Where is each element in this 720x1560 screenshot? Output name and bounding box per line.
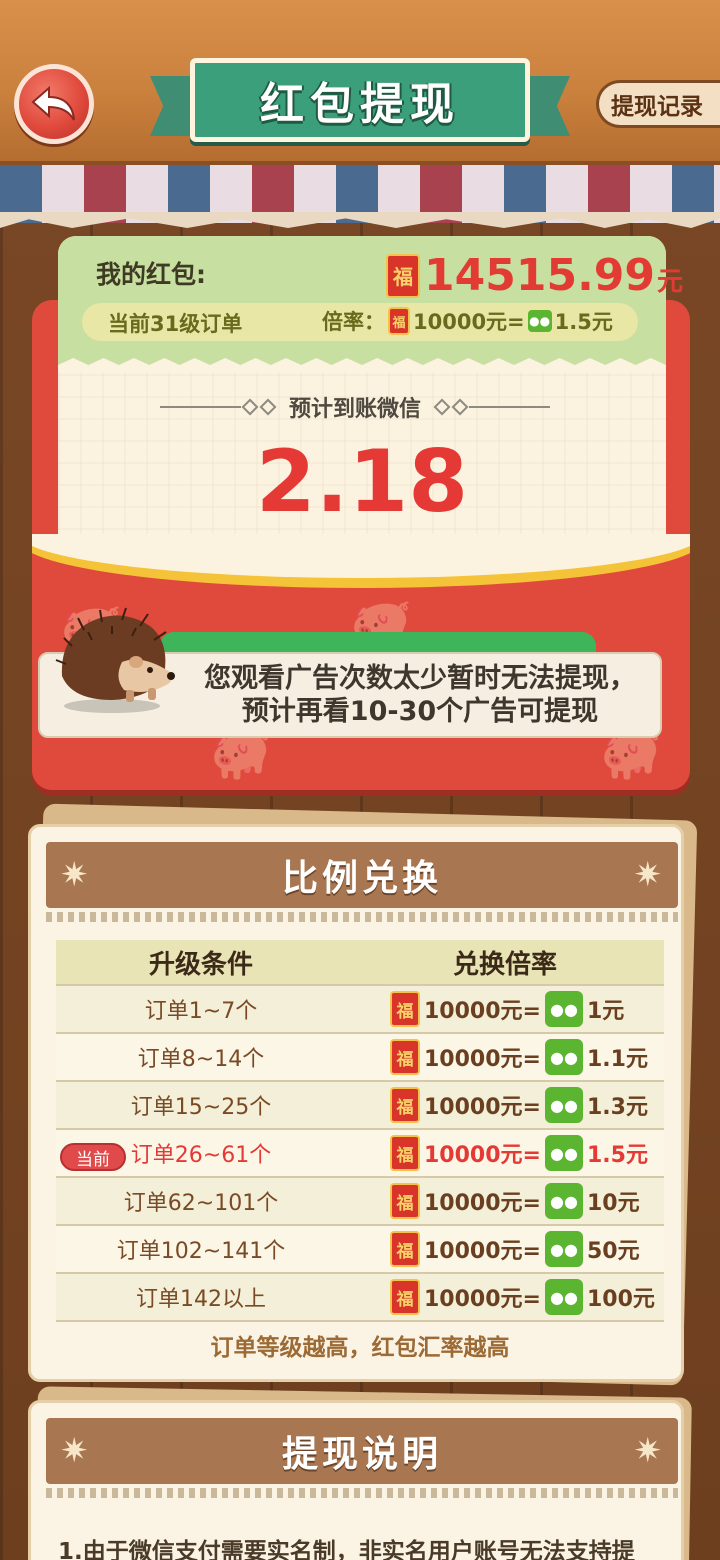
current-rate: 倍率： 福 10000元= ●● 1.5元	[322, 306, 613, 336]
diamond-icon	[259, 398, 277, 416]
row-rate: 福 10000元= ●● 100元	[346, 1279, 664, 1315]
exchange-table: 升级条件 兑换倍率 订单1~7个 福 10000元= ●● 1元 订单8~14个…	[56, 940, 664, 1322]
row-condition-text: 订单26~61个	[130, 1143, 272, 1168]
star-icon: ✷	[60, 855, 89, 895]
rate-label: 倍率：	[322, 310, 385, 334]
expect-label-row: 预计到账微信	[160, 390, 551, 424]
star-icon: ✷	[60, 1431, 89, 1471]
rate-to: 1.3元	[586, 1095, 648, 1120]
rate-from: 10000元=	[424, 1191, 541, 1216]
divider-line	[160, 406, 241, 408]
table-row: 订单62~101个 福 10000元= ●● 10元	[56, 1178, 664, 1226]
title-plate: 红包提现	[190, 58, 530, 142]
row-rate: 福 10000元= ●● 10元	[346, 1183, 664, 1219]
red-packet-icon: 福	[390, 1231, 420, 1267]
divider-line	[469, 406, 551, 408]
diamond-icon	[241, 398, 259, 416]
table-row: 订单15~25个 福 10000元= ●● 1.3元	[56, 1082, 664, 1130]
wechat-icon: ●●	[527, 310, 552, 332]
exchange-panel-header: ✷ 比例兑换 ✷	[46, 842, 678, 908]
dotted-divider	[46, 912, 678, 922]
red-packet-icon: 福	[390, 1039, 420, 1075]
expected-amount: 2.18	[255, 432, 469, 532]
row-condition: 当前 订单26~61个	[56, 1137, 346, 1171]
row-condition: 订单15~25个	[130, 1095, 272, 1120]
balance-display: 福 14515.99 元	[386, 250, 683, 301]
hedgehog-icon	[55, 607, 175, 713]
wechat-icon: ●●	[544, 1279, 583, 1315]
col-rate: 兑换倍率	[452, 949, 557, 980]
rate-to: 1元	[586, 999, 625, 1024]
rate-from: 10000元=	[424, 1239, 541, 1264]
table-row: 订单142以上 福 10000元= ●● 100元	[56, 1274, 664, 1322]
row-condition: 订单102~141个	[116, 1239, 286, 1264]
table-row-current: 当前 订单26~61个 福 10000元= ●● 1.5元	[56, 1130, 664, 1178]
dotted-divider	[46, 1488, 678, 1498]
withdraw-record-label: 提现记录	[611, 94, 703, 120]
wechat-icon: ●●	[544, 1135, 583, 1171]
rate-to: 50元	[586, 1239, 640, 1264]
red-packet-icon: 福	[390, 1135, 420, 1171]
row-condition: 订单1~7个	[144, 999, 258, 1024]
row-rate: 福 10000元= ●● 1.3元	[346, 1087, 664, 1123]
rate-to: 1.5元	[586, 1143, 648, 1168]
table-row: 订单102~141个 福 10000元= ●● 50元	[56, 1226, 664, 1274]
explain-line-1: 1.由于微信支付需要实名制，非实名用户账号无法支持提	[58, 1539, 635, 1560]
title-banner: 红包提现	[150, 58, 570, 148]
rate-from: 10000元=	[413, 310, 525, 334]
explain-title: 提现说明	[281, 1434, 442, 1475]
star-icon: ✷	[633, 855, 663, 895]
rate-to: 100元	[586, 1287, 655, 1312]
diamond-icon	[433, 398, 451, 416]
red-packet-icon: 福	[388, 307, 410, 335]
red-packet-icon: 福	[390, 1087, 420, 1123]
diamond-icon	[451, 398, 469, 416]
rate-from: 10000元=	[424, 1095, 541, 1120]
balance-unit: 元	[657, 267, 684, 297]
rate-to: 10元	[586, 1191, 640, 1216]
red-packet-icon: 福	[390, 1183, 420, 1219]
back-button[interactable]	[14, 64, 94, 144]
wechat-icon: ●●	[544, 1039, 583, 1075]
red-packet-icon: 福	[390, 1279, 420, 1315]
wechat-icon: ●●	[544, 1231, 583, 1267]
rate-to: 1.1元	[586, 1047, 648, 1072]
table-row: 订单1~7个 福 10000元= ●● 1元	[56, 986, 664, 1034]
my-red-packet-label: 我的红包:	[96, 260, 206, 289]
row-condition: 订单8~14个	[137, 1047, 265, 1072]
red-packet-icon: 福	[390, 991, 420, 1027]
rate-from: 10000元=	[424, 1143, 541, 1168]
rate-from: 10000元=	[424, 1287, 541, 1312]
red-packet-icon: 福	[386, 253, 420, 298]
col-condition: 升级条件	[148, 949, 253, 980]
wechat-icon: ●●	[544, 1183, 583, 1219]
toast-message: 您观看广告次数太少暂时无法提现，预计再看10-30个广告可提现	[204, 663, 636, 727]
table-row: 订单8~14个 福 10000元= ●● 1.1元	[56, 1034, 664, 1082]
page-title: 红包提现	[260, 79, 460, 130]
back-arrow-icon	[31, 85, 75, 121]
withdraw-record-button[interactable]: 提现记录	[596, 80, 720, 128]
rate-from: 10000元=	[424, 999, 541, 1024]
wechat-icon: ●●	[544, 991, 583, 1027]
explain-panel-header: ✷ 提现说明 ✷	[46, 1418, 678, 1484]
wechat-icon: ●●	[544, 1087, 583, 1123]
current-level-text: 当前31级订单	[108, 312, 243, 336]
row-rate: 福 10000元= ●● 1.1元	[346, 1039, 664, 1075]
rate-to: 1.5元	[554, 310, 613, 334]
exchange-tip: 订单等级越高，红包汇率越高	[210, 1335, 510, 1361]
row-condition: 订单142以上	[136, 1287, 266, 1312]
row-rate: 福 10000元= ●● 1.5元	[346, 1135, 664, 1171]
rate-from: 10000元=	[424, 1047, 541, 1072]
expect-label: 预计到账微信	[289, 397, 422, 422]
exchange-title: 比例兑换	[281, 858, 442, 899]
current-badge: 当前	[60, 1143, 126, 1171]
row-rate: 福 10000元= ●● 1元	[346, 991, 664, 1027]
balance-amount: 14515.99	[424, 250, 656, 301]
table-header: 升级条件 兑换倍率	[56, 940, 664, 986]
row-condition: 订单62~101个	[123, 1191, 279, 1216]
row-rate: 福 10000元= ●● 50元	[346, 1231, 664, 1267]
star-icon: ✷	[633, 1431, 663, 1471]
